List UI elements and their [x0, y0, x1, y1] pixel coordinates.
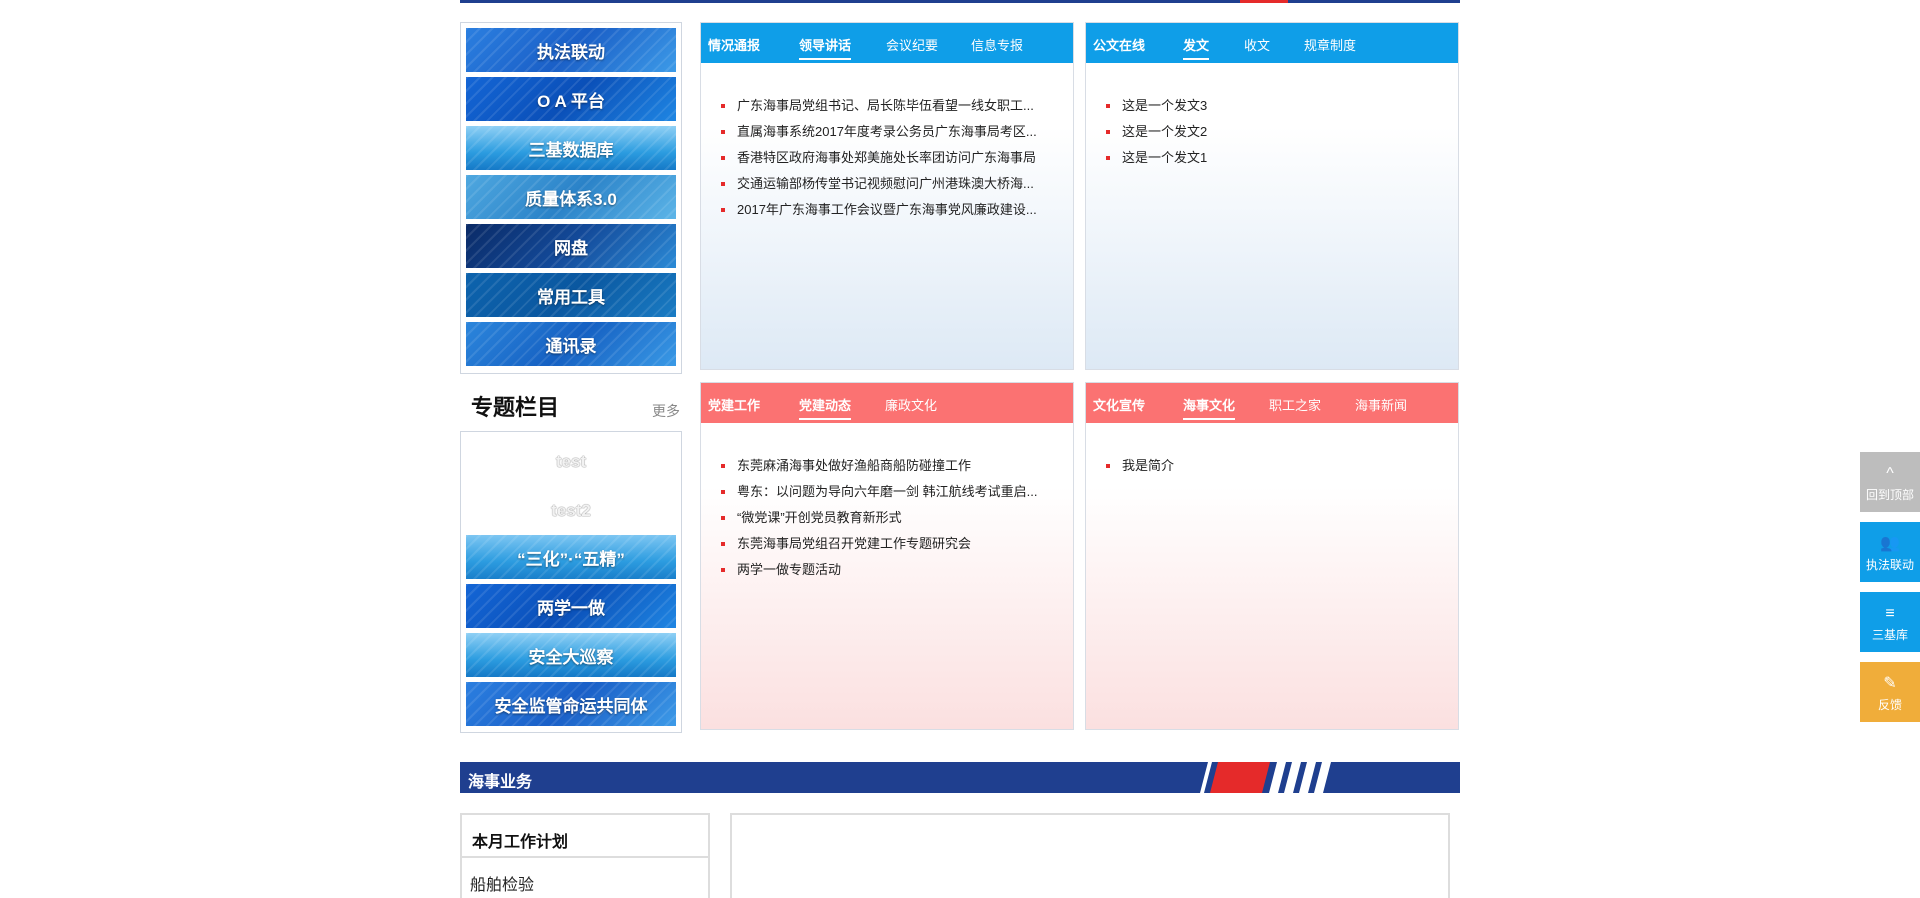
list-item[interactable]: 我是简介	[1105, 453, 1174, 479]
chevron-up-icon: ^	[1886, 465, 1894, 482]
quick-link-label: O A 平台	[537, 91, 605, 111]
special-item-safety-community[interactable]: 安全监管命运共同体	[466, 682, 676, 726]
special-item-test[interactable]: test	[461, 452, 681, 472]
tab-maritime-news[interactable]: 海事新闻	[1355, 395, 1407, 414]
quick-link-quality-system[interactable]: 质量体系3.0	[466, 175, 676, 219]
special-item-safety-inspection[interactable]: 安全大巡察	[466, 633, 676, 677]
party-panel-title: 党建工作	[708, 398, 761, 413]
culture-list: 我是简介	[1105, 453, 1174, 479]
special-item-two-studies[interactable]: 两学一做	[466, 584, 676, 628]
list-item[interactable]: 直属海事系统2017年度考录公务员广东海事局考区...	[721, 119, 1037, 145]
situation-panel: 情况通报 领导讲话 会议纪要 信息专报 广东海事局党组书记、局长陈毕伍看望一线女…	[700, 22, 1074, 370]
float-button-label: 执法联动	[1865, 558, 1914, 572]
list-item[interactable]: 粤东：以问题为导向六年磨一剑 韩江航线考试重启...	[720, 479, 1037, 505]
float-button-label: 三基库	[1871, 628, 1908, 642]
tab-regulations[interactable]: 规章制度	[1304, 35, 1356, 54]
quick-link-label: 执法联动	[537, 42, 605, 62]
list-item[interactable]: 这是一个发文2	[1105, 119, 1207, 145]
tab-staff-home[interactable]: 职工之家	[1269, 395, 1321, 414]
tab-info-report[interactable]: 信息专报	[971, 35, 1023, 54]
marine-business-title: 海事业务	[468, 774, 533, 791]
quick-link-oa[interactable]: O A 平台	[466, 77, 676, 121]
quick-link-label: 质量体系3.0	[525, 189, 617, 209]
special-item-label: 安全大巡察	[528, 647, 614, 667]
list-item[interactable]: 这是一个发文3	[1105, 93, 1207, 119]
tab-party-news[interactable]: 党建动态	[799, 395, 852, 420]
situation-news-list: 广东海事局党组书记、局长陈毕伍看望一线女职工... 直属海事系统2017年度考录…	[721, 93, 1037, 223]
documents-panel-header: 公文在线 发文 收文 规章制度	[1086, 23, 1458, 63]
marine-business-bar	[460, 762, 1460, 793]
quick-links-panel: 执法联动 O A 平台 三基数据库 质量体系3.0 网盘 常用工具 通讯录	[460, 22, 682, 374]
law-enforcement-float-button[interactable]: 👥 执法联动	[1860, 522, 1920, 582]
database-icon: ≡	[1885, 605, 1895, 622]
tab-incoming[interactable]: 收文	[1244, 35, 1270, 54]
list-item[interactable]: 2017年广东海事工作会议暨广东海事党风廉政建设...	[721, 197, 1037, 223]
party-panel-header: 党建工作 党建动态 廉政文化	[701, 383, 1073, 423]
list-item[interactable]: 东莞海事局党组召开党建工作专题研究会	[720, 531, 1037, 557]
bar-stripes-decoration	[1200, 762, 1331, 793]
quick-link-database[interactable]: 三基数据库	[466, 126, 676, 170]
feedback-float-button[interactable]: ✎ 反馈	[1860, 662, 1920, 722]
special-more-link[interactable]: 更多	[652, 401, 680, 421]
tab-maritime-culture[interactable]: 海事文化	[1183, 395, 1236, 420]
list-item[interactable]: 广东海事局党组书记、局长陈毕伍看望一线女职工...	[721, 93, 1037, 119]
documents-list: 这是一个发文3 这是一个发文2 这是一个发文1	[1105, 93, 1207, 171]
feedback-icon: ✎	[1883, 675, 1897, 692]
tab-leader-speech[interactable]: 领导讲话	[799, 35, 852, 60]
list-item[interactable]: “微党课”开创党员教育新形式	[720, 505, 1037, 531]
divider	[460, 856, 710, 858]
list-item[interactable]: 交通运输部杨传堂书记视频慰问广州港珠澳大桥海...	[721, 171, 1037, 197]
special-item-label: 安全监管命运共同体	[494, 696, 648, 716]
list-item[interactable]: 两学一做专题活动	[720, 557, 1037, 583]
quick-link-contacts[interactable]: 通讯录	[466, 322, 676, 366]
list-item[interactable]: 这是一个发文1	[1105, 145, 1207, 171]
database-float-button[interactable]: ≡ 三基库	[1860, 592, 1920, 652]
tab-outgoing[interactable]: 发文	[1183, 35, 1210, 60]
special-column-panel: test test2 “三化”·“五精” 两学一做 安全大巡察 安全监管命运共同…	[460, 431, 682, 733]
quick-link-netdisk[interactable]: 网盘	[466, 224, 676, 268]
documents-panel: 公文在线 发文 收文 规章制度 这是一个发文3 这是一个发文2 这是一个发文1	[1085, 22, 1459, 370]
section-header-accent	[1240, 0, 1288, 3]
party-news-list: 东莞麻涌海事处做好渔船商船防碰撞工作 粤东：以问题为导向六年磨一剑 韩江航线考试…	[720, 453, 1037, 583]
situation-panel-title: 情况通报	[708, 38, 761, 53]
users-icon: 👥	[1880, 535, 1900, 552]
culture-panel-title: 文化宣传	[1093, 398, 1146, 413]
work-plan-title[interactable]: 本月工作计划	[472, 828, 568, 852]
float-button-label: 反馈	[1877, 698, 1902, 712]
section-header-bar	[460, 0, 1460, 3]
quick-link-label: 通讯录	[545, 336, 597, 356]
list-item[interactable]: 香港特区政府海事处郑美施处长率团访问广东海事局	[721, 145, 1037, 171]
quick-link-tools[interactable]: 常用工具	[466, 273, 676, 317]
tab-meeting-minutes[interactable]: 会议纪要	[886, 35, 938, 54]
float-button-label: 回到顶部	[1865, 488, 1914, 502]
party-panel: 党建工作 党建动态 廉政文化 东莞麻涌海事处做好渔船商船防碰撞工作 粤东：以问题…	[700, 382, 1074, 730]
special-column-title: 专题栏目	[471, 395, 560, 420]
special-item-three-five[interactable]: “三化”·“五精”	[466, 535, 676, 579]
special-item-label: 两学一做	[537, 598, 605, 618]
culture-panel-header: 文化宣传 海事文化 职工之家 海事新闻	[1086, 383, 1458, 423]
marine-content-panel	[730, 813, 1450, 898]
situation-panel-header: 情况通报 领导讲话 会议纪要 信息专报	[701, 23, 1073, 63]
culture-panel: 文化宣传 海事文化 职工之家 海事新闻 我是简介	[1085, 382, 1459, 730]
special-item-label: “三化”·“五精”	[517, 549, 625, 569]
special-item-test2[interactable]: test2	[461, 501, 681, 521]
quick-link-law-enforcement[interactable]: 执法联动	[466, 28, 676, 72]
quick-link-label: 网盘	[554, 238, 588, 258]
documents-panel-title: 公文在线	[1093, 38, 1146, 53]
work-plan-item[interactable]: 船舶检验	[470, 871, 534, 895]
back-to-top-button[interactable]: ^ 回到顶部	[1860, 452, 1920, 512]
quick-link-label: 三基数据库	[528, 140, 614, 160]
tab-integrity-culture[interactable]: 廉政文化	[885, 395, 937, 414]
list-item[interactable]: 东莞麻涌海事处做好渔船商船防碰撞工作	[720, 453, 1037, 479]
quick-link-label: 常用工具	[537, 287, 605, 307]
